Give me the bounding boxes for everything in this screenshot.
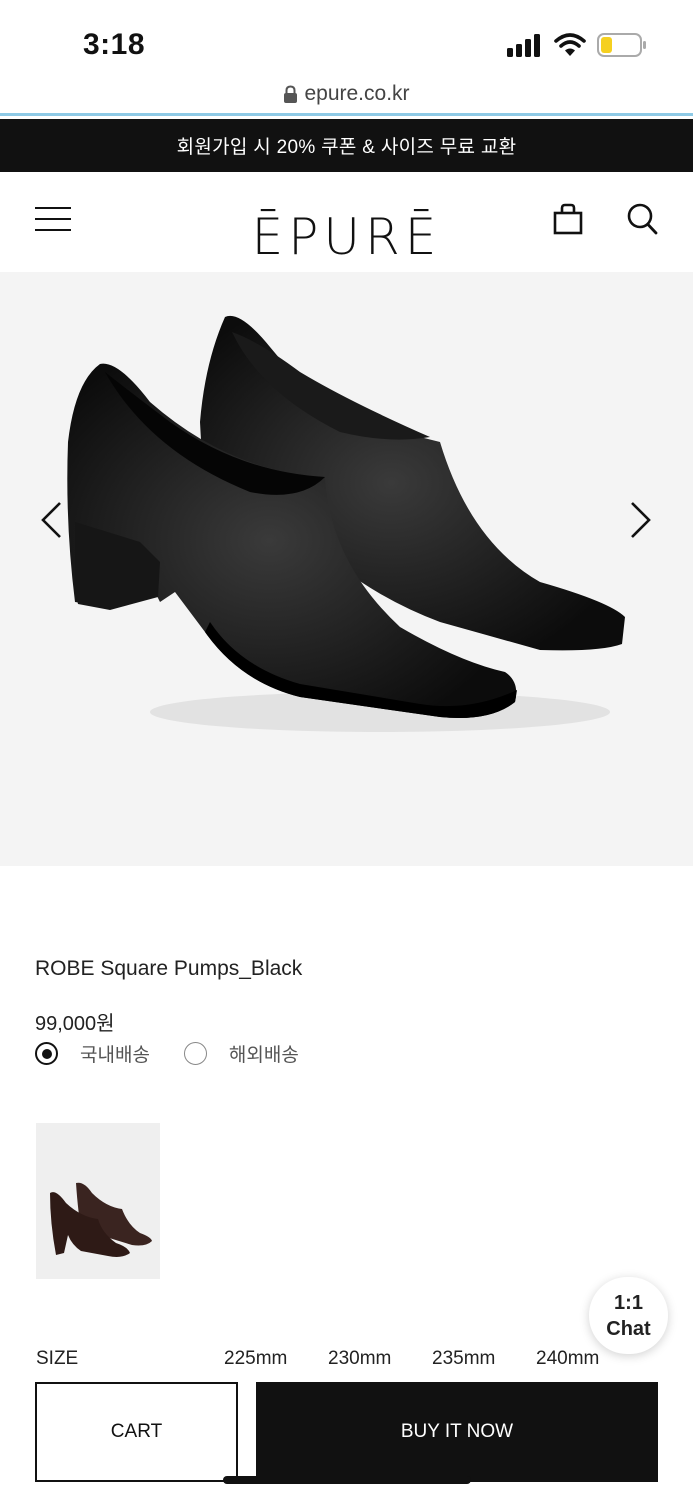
size-option[interactable]: 230mm: [328, 1348, 391, 1368]
cellular-signal-icon: [507, 33, 543, 57]
thumbnail-photo: [50, 1182, 152, 1257]
chevron-left-icon[interactable]: [38, 500, 64, 540]
battery-icon: [597, 33, 646, 57]
size-option[interactable]: 235mm: [432, 1348, 495, 1368]
shipping-options: 국내배송 해외배송: [35, 1040, 299, 1067]
site-header: ĒPURĒ: [0, 172, 693, 272]
wifi-icon: [554, 33, 586, 56]
chat-line2: Chat: [606, 1317, 651, 1340]
chat-button[interactable]: 1:1 Chat: [589, 1277, 668, 1354]
address-bar[interactable]: epure.co.kr: [0, 78, 693, 116]
product-price: 99,000원: [35, 1013, 115, 1035]
lock-icon: [284, 85, 298, 103]
product-name: ROBE Square Pumps_Black: [35, 957, 303, 980]
status-time: 3:18: [83, 28, 146, 61]
size-option[interactable]: 225mm: [224, 1348, 287, 1368]
search-icon[interactable]: [626, 202, 658, 236]
bottom-action-bar: CART BUY IT NOW: [0, 1368, 693, 1500]
product-photo: [67, 315, 625, 732]
size-label: SIZE: [36, 1348, 79, 1368]
radio-domestic[interactable]: [35, 1042, 58, 1065]
url-text: epure.co.kr: [304, 82, 410, 105]
radio-overseas[interactable]: [183, 1042, 207, 1065]
promo-text: 회원가입 시 20% 쿠폰 & 사이즈 무료 교환: [176, 137, 517, 158]
size-selector: SIZE 225mm 230mm 235mm 240mm: [0, 1346, 693, 1368]
promo-banner[interactable]: 회원가입 시 20% 쿠폰 & 사이즈 무료 교환: [0, 119, 693, 172]
chat-line1: 1:1: [614, 1291, 643, 1314]
radio-overseas-label[interactable]: 해외배송: [229, 1040, 299, 1067]
brand-logo[interactable]: ĒPURĒ: [0, 208, 693, 266]
color-variant-thumbnail[interactable]: [36, 1123, 160, 1279]
radio-domestic-label[interactable]: 국내배송: [80, 1040, 150, 1067]
product-image-carousel[interactable]: [0, 272, 693, 866]
chevron-right-icon[interactable]: [628, 500, 654, 540]
status-bar: 3:18: [0, 0, 693, 78]
cart-button[interactable]: CART: [35, 1382, 238, 1482]
size-option[interactable]: 240mm: [536, 1348, 599, 1368]
home-indicator[interactable]: [223, 1476, 471, 1484]
shopping-bag-icon[interactable]: [551, 202, 585, 236]
buy-now-button[interactable]: BUY IT NOW: [256, 1382, 658, 1482]
